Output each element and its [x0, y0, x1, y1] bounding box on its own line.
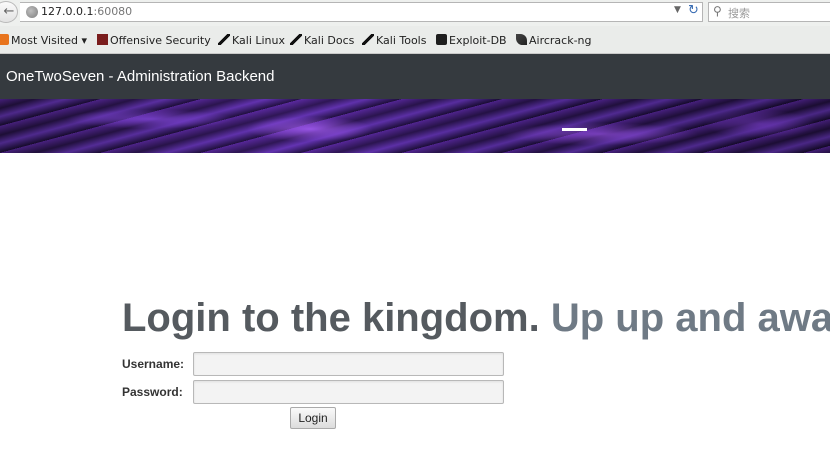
browser-toolbar: ← 127.0.0.1:60080 ▼ ↻ ⚲ 搜索 — [0, 0, 830, 26]
url-text: 127.0.0.1:60080 — [41, 5, 132, 18]
search-icon: ⚲ — [713, 4, 722, 18]
url-host: 127.0.0.1 — [41, 5, 94, 18]
reload-icon[interactable]: ↻ — [688, 3, 699, 18]
offsec-icon — [97, 34, 108, 45]
kali-dragon-icon — [218, 34, 230, 45]
bookmark-label: Offensive Security — [110, 34, 211, 47]
bookmark-label: Aircrack-ng — [529, 34, 592, 47]
aircrack-icon — [516, 34, 527, 45]
search-placeholder: 搜索 — [728, 7, 750, 20]
bookmark-label: Kali Docs — [304, 34, 355, 47]
hero-banner — [0, 99, 830, 153]
bookmark-exploit-db[interactable]: Exploit-DB — [436, 34, 507, 47]
kali-dragon-icon — [362, 34, 374, 45]
heading-main: Login to the kingdom. — [122, 296, 540, 340]
username-field[interactable] — [193, 352, 504, 376]
kali-dragon-icon — [290, 34, 302, 45]
url-port: :60080 — [93, 5, 133, 18]
login-heading: Login to the kingdom. Up up and away! — [122, 296, 830, 341]
bookmark-most-visited[interactable]: Most Visited ▾ — [0, 34, 87, 47]
bookmark-kali-docs[interactable]: Kali Docs — [290, 34, 354, 47]
site-brand-link[interactable]: OneTwoSeven - Administration Backend — [6, 68, 274, 85]
search-input[interactable]: ⚲ 搜索 — [708, 2, 830, 22]
back-arrow-icon: ← — [3, 4, 15, 19]
url-bar[interactable]: 127.0.0.1:60080 ▼ ↻ — [20, 2, 703, 22]
bookmark-label: Exploit-DB — [449, 34, 507, 47]
username-label: Username: — [122, 357, 185, 371]
heading-sub: Up up and away! — [550, 296, 830, 340]
site-navbar: OneTwoSeven - Administration Backend — [0, 54, 830, 99]
bookmark-aircrack-ng[interactable]: Aircrack-ng — [516, 34, 592, 47]
back-button[interactable]: ← — [0, 1, 18, 23]
password-label: Password: — [122, 385, 183, 399]
bookmark-label: Most Visited ▾ — [11, 34, 87, 47]
bookmarks-toolbar: Most Visited ▾ Offensive Security Kali L… — [0, 26, 830, 54]
password-field[interactable] — [193, 380, 504, 404]
url-dropdown-icon[interactable]: ▼ — [674, 5, 681, 15]
login-button[interactable]: Login — [290, 407, 336, 429]
globe-icon — [26, 6, 38, 18]
banner-dash — [562, 128, 587, 131]
bookmark-offensive-security[interactable]: Offensive Security — [97, 34, 211, 47]
bookmark-kali-linux[interactable]: Kali Linux — [218, 34, 285, 47]
bookmark-label: Kali Linux — [232, 34, 286, 47]
bookmark-kali-tools[interactable]: Kali Tools — [362, 34, 426, 47]
exploit-db-icon — [436, 34, 447, 45]
rss-icon — [0, 34, 9, 45]
bookmark-label: Kali Tools — [376, 34, 427, 47]
